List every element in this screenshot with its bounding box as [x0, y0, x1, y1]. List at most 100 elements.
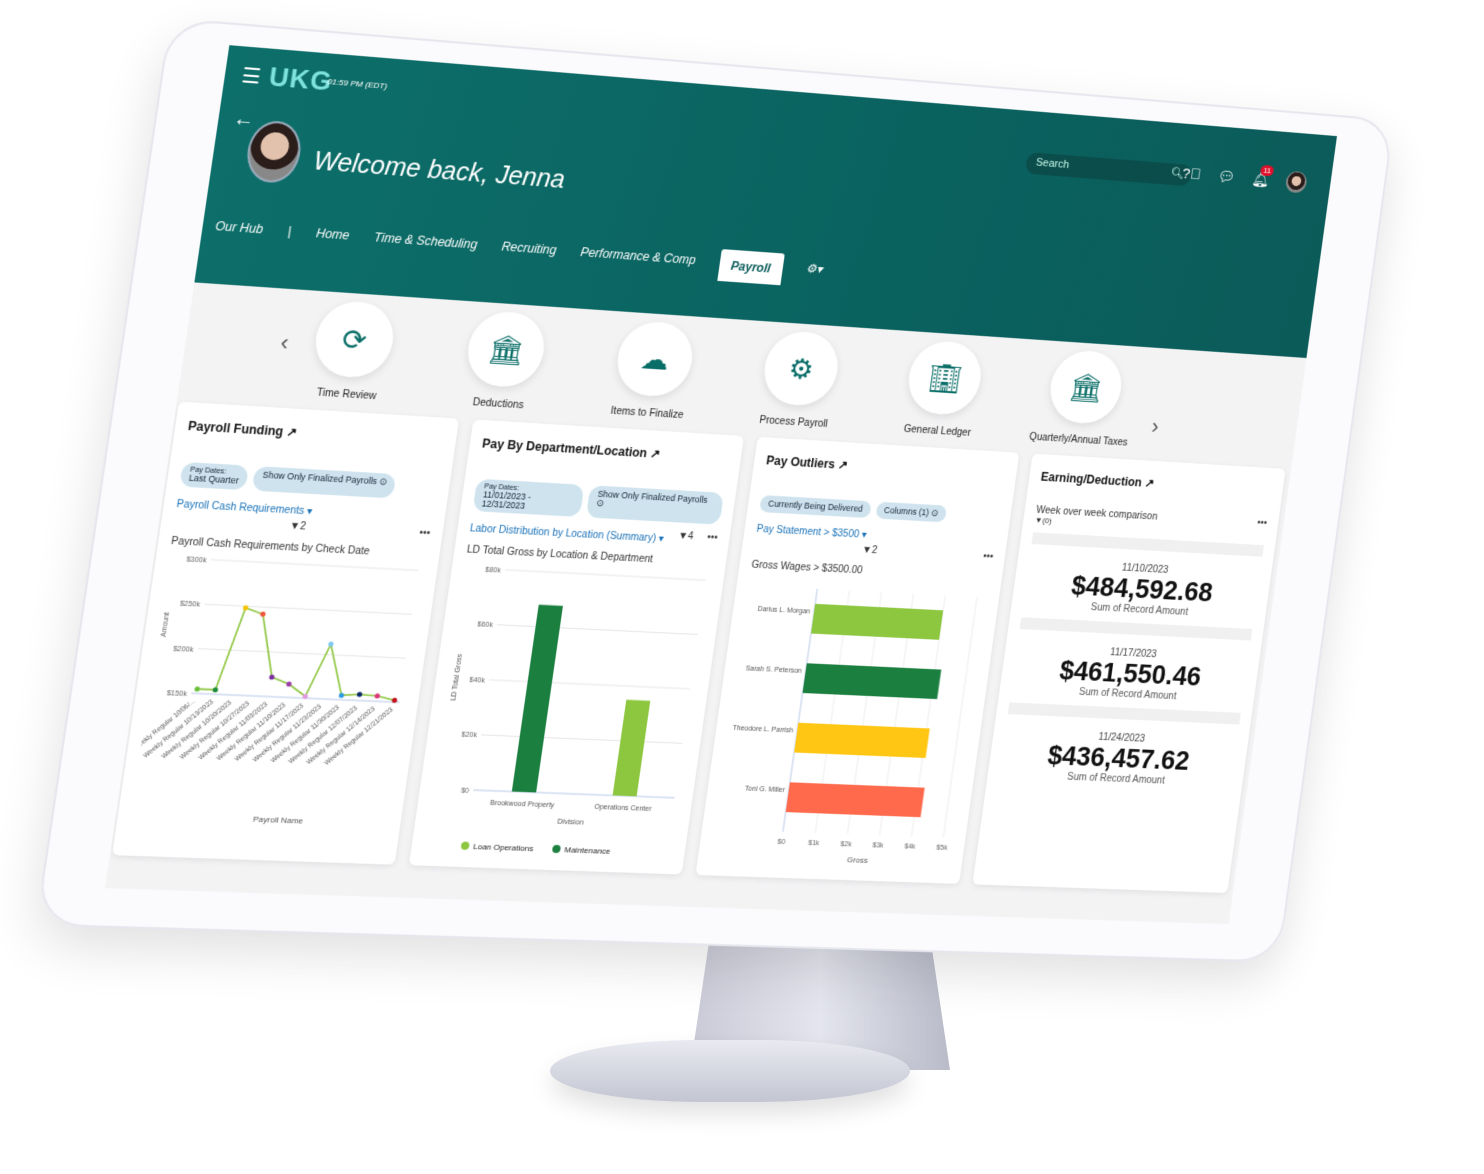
y-tick-label: $40k	[469, 676, 486, 685]
chat-icon[interactable]: 💬︎	[1216, 167, 1236, 186]
legend-label: Loan Operations	[473, 842, 534, 853]
finalized-chip[interactable]: Show Only Finalized Payrolls ⊙	[586, 485, 724, 525]
delivered-chip[interactable]: Currently Being Delivered	[759, 495, 872, 518]
gridline	[497, 625, 698, 635]
y-tick-label: Theodore L. Parrish	[732, 723, 794, 733]
bar	[785, 781, 925, 817]
filter-icon[interactable]: ▼2	[289, 520, 307, 532]
earning-deduction-card: Earning/Deduction ↗ Week over week compa…	[972, 453, 1286, 894]
quick-action-deductions[interactable]: 🏛︎ Deductions	[436, 308, 572, 414]
earning-summary: 11/17/2023 $461,550.46 Sum of Record Amoun…	[1011, 617, 1253, 705]
y-tick-label: $250k	[179, 599, 201, 608]
tab-time-scheduling[interactable]: Time & Scheduling	[372, 224, 479, 258]
tab-our-hub[interactable]: Our Hub	[213, 213, 264, 243]
y-tick-label: $80k	[485, 566, 502, 575]
pay-outliers-card: Pay Outliers ↗ Currently Being Delivered…	[695, 436, 1020, 884]
quick-action-label: General Ledger	[903, 423, 972, 439]
y-tick-label: Darius L. Morgan	[757, 605, 811, 615]
cloud-gear-icon: ☁︎	[612, 319, 698, 399]
bar	[794, 722, 930, 758]
report-select[interactable]: Labor Distribution by Location (Summary)…	[469, 523, 664, 545]
bar	[511, 604, 563, 793]
carousel-prev-icon[interactable]: ‹	[279, 330, 290, 357]
quick-action-process-payroll[interactable]: ⚙︎ Process Payroll	[734, 328, 865, 432]
line-chart: $150k$200k$250k$300kAmountWeekly Regular…	[132, 555, 431, 825]
pay-dates-chip[interactable]: Pay Dates: Last Quarter	[179, 461, 250, 490]
x-tick-label: Brookwood Property	[490, 799, 556, 809]
y-tick-label: $150k	[166, 689, 188, 698]
quick-action-label: Process Payroll	[758, 414, 829, 431]
bar	[612, 699, 651, 797]
quick-action-items-to-finalize[interactable]: ☁︎ Items to Finalize	[586, 318, 720, 423]
nav-tabs: Our Hub | Home Time & Scheduling Recruiting P…	[213, 213, 824, 286]
x-axis-label: Gross	[847, 855, 869, 865]
y-tick-label: Toni G. Miller	[744, 784, 786, 793]
x-axis-label: Payroll Name	[252, 814, 304, 825]
more-icon[interactable]: •••	[706, 532, 718, 544]
divider	[1019, 617, 1253, 641]
earning-summary: 11/10/2023 $484,592.68 Sum of Record Amoun…	[1022, 532, 1264, 621]
card-title[interactable]: Earning/Deduction ↗	[1040, 470, 1272, 497]
quick-action-label: Time Review	[315, 387, 377, 403]
y-axis-label: LD Total Gross	[449, 653, 464, 700]
welcome-title: Welcome back, Jenna	[311, 146, 567, 195]
finalized-chip[interactable]: Show Only Finalized Payrolls ⊙	[252, 466, 397, 498]
tab--: |	[286, 224, 293, 239]
y-tick-label: $0	[460, 787, 469, 795]
chip-value: Last Quarter	[188, 472, 240, 486]
columns-chip[interactable]: Columns (1) ⊙	[875, 501, 947, 522]
y-tick-label: Sarah S. Peterson	[745, 664, 802, 674]
gridline	[943, 597, 977, 838]
help-icon[interactable]: ?⃝	[1181, 165, 1202, 183]
payroll-funding-card: Payroll Funding ↗ Pay Dates: Last Quarter…	[112, 401, 460, 865]
card-title[interactable]: Pay By Department/Location ↗	[481, 436, 730, 465]
y-tick-label: $200k	[173, 644, 195, 653]
more-icon[interactable]: •••	[419, 527, 431, 539]
filter-icon[interactable]: ▼2	[861, 544, 878, 556]
divider	[1007, 702, 1241, 725]
card-title[interactable]: Payroll Funding ↗	[187, 419, 444, 448]
profile-avatar[interactable]	[1284, 170, 1308, 194]
carousel-next-icon[interactable]: ›	[1150, 414, 1160, 440]
quick-action-quarterly-annual-taxes[interactable]: 🏛︎ Quarterly/Annual Taxes	[1021, 347, 1148, 449]
bell-icon[interactable]: 🔔︎ 11	[1251, 164, 1275, 189]
tab-payroll[interactable]: Payroll	[716, 249, 785, 286]
gridline	[481, 735, 682, 743]
more-icon[interactable]: •••	[1256, 518, 1267, 529]
data-point	[259, 610, 266, 617]
ukg-logo: UKG	[267, 60, 335, 97]
quick-action-label: Items to Finalize	[609, 405, 685, 422]
filter-icon[interactable]: ▼4	[677, 531, 694, 543]
quick-action-label: Deductions	[471, 397, 525, 412]
tab-performance-comp[interactable]: Performance & Comp	[579, 239, 698, 273]
data-point	[212, 686, 219, 692]
bar	[802, 662, 942, 699]
tab-recruiting[interactable]: Recruiting	[500, 233, 558, 263]
data-point	[328, 640, 334, 647]
search-input[interactable]: Search 🔍︎	[1024, 152, 1193, 187]
horizontal-bar-chart: $0 $1k $2k $3k $4k $5k Darius L. Morgan Sarah S…	[732, 570, 993, 865]
gridline	[505, 570, 706, 580]
data-point	[374, 692, 381, 699]
building-icon: 🏢︎	[904, 339, 986, 417]
data-point	[194, 685, 201, 692]
quick-action-general-ledger[interactable]: 🏢︎ General Ledger	[879, 338, 1008, 441]
tab-home[interactable]: Home	[314, 220, 351, 249]
x-axis-label: Division	[557, 817, 585, 827]
more-icon[interactable]: •••	[982, 551, 994, 562]
menu-icon[interactable]: ☰	[240, 63, 263, 90]
pay-dates-chip[interactable]: Pay Dates: 11/01/2023 - 12/31/2023	[472, 478, 585, 518]
search-placeholder: Search	[1035, 156, 1070, 171]
legend-label: Maintenance	[564, 845, 612, 856]
report-select[interactable]: Pay Statement > $3500 ▾	[756, 523, 868, 540]
person-gear-icon: ⚙︎	[759, 329, 843, 408]
gear-icon[interactable]: ⚙▾	[804, 255, 824, 282]
card-title[interactable]: Pay Outliers ↗	[765, 453, 1005, 481]
data-point	[268, 673, 275, 680]
gridline	[204, 604, 412, 614]
quick-action-time-review[interactable]: ⟳ Time Review	[283, 298, 421, 405]
screen: ☰ UKG 01:59 PM (EDT) ← Welcome back, Jen…	[105, 45, 1337, 925]
notification-badge: 11	[1259, 164, 1275, 177]
pay-by-department-card: Pay By Department/Location ↗ Pay Dates: 1…	[408, 419, 745, 875]
back-arrow-icon[interactable]: ←	[232, 108, 256, 133]
